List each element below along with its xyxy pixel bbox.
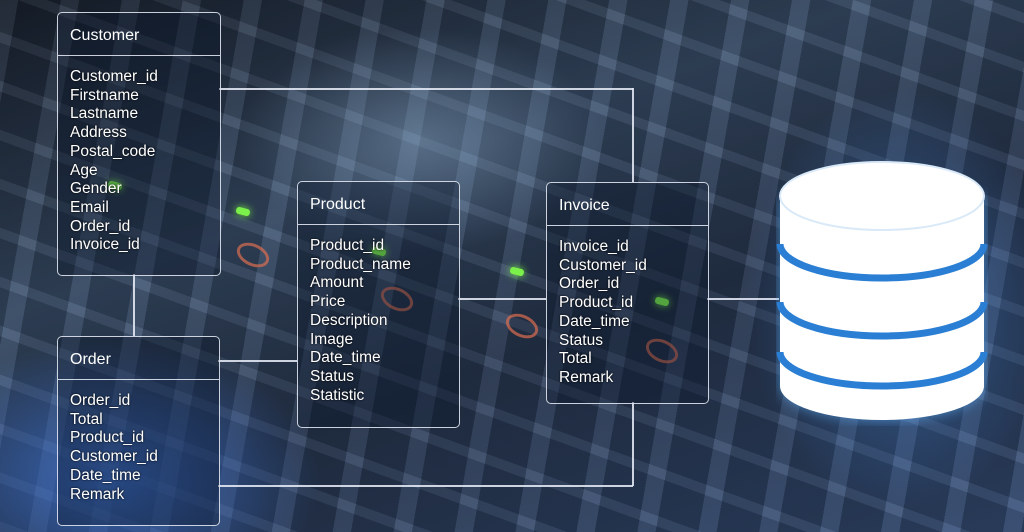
field: Description (310, 311, 388, 329)
field: Remark (559, 368, 614, 386)
field: Image (310, 330, 354, 348)
field: Status (310, 367, 354, 385)
field-list: Customer_id Firstname Lastname Address P… (58, 56, 220, 255)
connector-order-product (218, 360, 297, 362)
field: Date_time (310, 349, 381, 367)
field: Address (70, 124, 127, 142)
field: Product_id (559, 294, 634, 312)
field: Postal_code (70, 142, 156, 160)
field: Amount (310, 274, 364, 292)
field: Invoice_id (559, 238, 629, 255)
field: Product_name (310, 255, 411, 273)
table-order: Order Order_id Total Product_id Customer… (57, 336, 220, 526)
field: Price (310, 293, 346, 311)
field: Statistic (310, 386, 365, 404)
field: Invoice_id (70, 236, 140, 254)
connector-customer-invoice (632, 88, 634, 182)
table-invoice: Invoice Invoice_id Customer_id Order_id … (546, 182, 709, 404)
field: Email (70, 198, 109, 216)
database-cylinder-icon (776, 161, 988, 420)
led (235, 206, 251, 217)
field: Lastname (70, 105, 139, 123)
field: Age (70, 161, 98, 179)
table-title: Invoice (547, 183, 708, 226)
field: Order_id (559, 275, 620, 293)
field: Firstname (70, 86, 139, 104)
led (509, 266, 525, 277)
connector-order-invoice (632, 402, 634, 486)
field: Total (559, 350, 592, 368)
field-list: Invoice_id Customer_id Order_id Product_… (547, 226, 708, 388)
field: Customer_id (559, 256, 647, 274)
field: Product_id (70, 429, 145, 447)
connector-customer-invoice (219, 88, 633, 90)
field-list: Product_id Product_name Amount Price Des… (298, 225, 459, 405)
table-product: Product Product_id Product_name Amount P… (297, 181, 460, 428)
field: Status (559, 331, 603, 349)
ring (501, 308, 543, 344)
field: Total (70, 410, 103, 428)
field: Customer_id (70, 448, 158, 466)
table-title: Product (298, 182, 459, 225)
field: Order_id (70, 392, 131, 409)
connector-order-invoice (218, 485, 633, 487)
field: Date_time (70, 466, 141, 484)
table-title: Customer (58, 13, 220, 56)
field: Gender (70, 180, 122, 198)
ring (232, 237, 274, 273)
field-list: Order_id Total Product_id Customer_id Da… (58, 380, 219, 504)
field: Order_id (70, 217, 131, 235)
connector-invoice-database (707, 298, 779, 300)
field: Remark (70, 485, 125, 503)
field: Product_id (310, 237, 385, 254)
field: Date_time (559, 312, 630, 330)
connector-product-invoice (458, 298, 546, 300)
connector-customer-order (133, 274, 135, 336)
table-customer: Customer Customer_id Firstname Lastname … (57, 12, 221, 276)
table-title: Order (58, 337, 219, 380)
field: Customer_id (70, 68, 158, 85)
